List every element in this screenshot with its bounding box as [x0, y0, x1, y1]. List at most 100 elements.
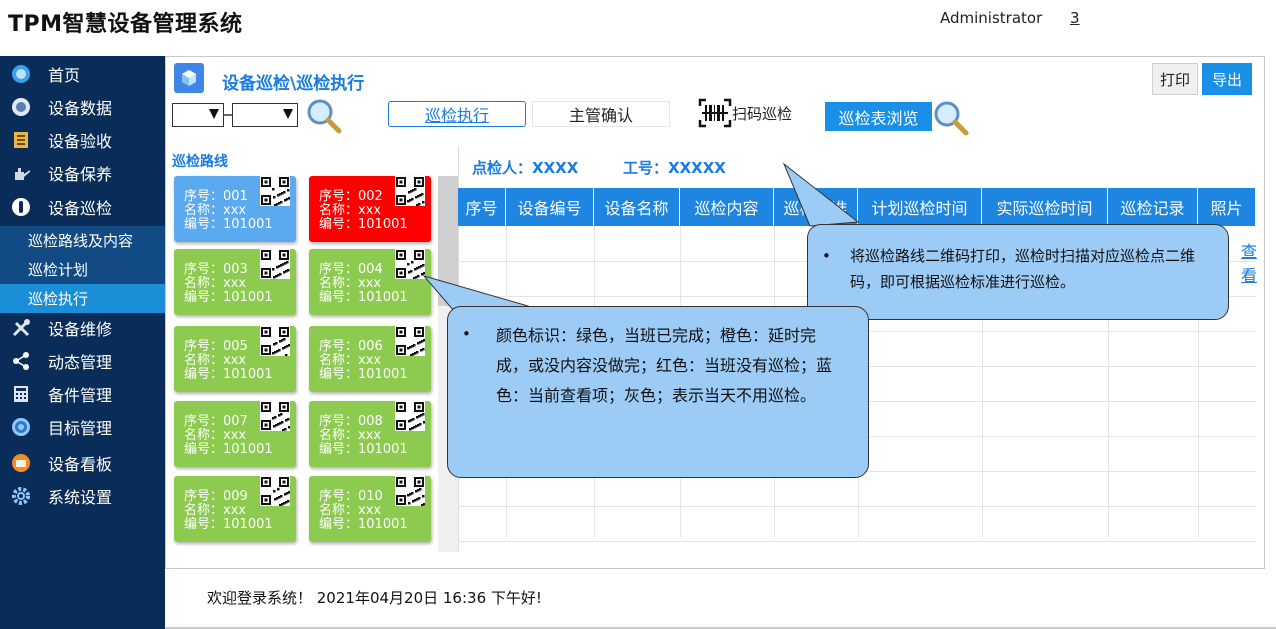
- card-name: 名称：xxx: [184, 503, 247, 518]
- search-icon[interactable]: [305, 97, 343, 135]
- route-card[interactable]: 序号：004 名称：xxx 编号：101001: [309, 249, 431, 315]
- qr-code-icon: [395, 176, 425, 206]
- export-button[interactable]: 导出: [1202, 63, 1252, 95]
- card-code: 编号：101001: [319, 442, 408, 457]
- subnav-item-route[interactable]: 巡检路线及内容: [0, 226, 165, 255]
- card-name: 名称：xxx: [184, 203, 247, 218]
- nav-item-maintenance[interactable]: 设备保养: [0, 157, 165, 189]
- nav-item-acceptance[interactable]: 设备验收: [0, 124, 165, 156]
- share-nodes-icon: [10, 350, 32, 372]
- card-name: 名称：xxx: [184, 353, 247, 368]
- chevron-down-icon: [209, 109, 219, 119]
- nav-item-label: 设备保养: [48, 165, 113, 184]
- barcode-scan-icon: [698, 98, 732, 128]
- route-card[interactable]: 序号：003 名称：xxx 编号：101001: [174, 249, 296, 315]
- nav-item-device-data[interactable]: 设备数据: [0, 91, 165, 123]
- checklist-icon: [10, 129, 32, 151]
- card-code: 编号：101001: [319, 367, 408, 382]
- qr-code-icon: [260, 176, 290, 206]
- tab-inspection-execute[interactable]: 巡检执行: [388, 101, 526, 127]
- route-card[interactable]: 序号：009 名称：xxx 编号：101001: [174, 476, 296, 542]
- qr-code-icon: [395, 401, 425, 431]
- breadcrumb: 设备巡检\巡检执行: [222, 74, 365, 94]
- nav-item-label: 首页: [48, 66, 81, 85]
- card-code: 编号：101001: [184, 367, 273, 382]
- gear-icon: [10, 485, 32, 507]
- card-name: 名称：xxx: [319, 203, 382, 218]
- card-name: 名称：xxx: [319, 276, 382, 291]
- view-link[interactable]: 查看: [1241, 238, 1264, 286]
- nav-item-settings[interactable]: 系统设置: [0, 480, 165, 512]
- subnav-item-label: 巡检执行: [28, 290, 89, 308]
- browse-sheet-button[interactable]: 巡检表浏览: [825, 102, 932, 131]
- nav-item-spare-parts[interactable]: 备件管理: [0, 378, 165, 410]
- route-card[interactable]: 序号：001 名称：xxx 编号：101001: [174, 176, 296, 242]
- notification-count-link[interactable]: 3: [1070, 9, 1080, 27]
- subnav-item-label: 巡检计划: [28, 261, 89, 279]
- inspector-name: 点检人：XXXX: [472, 159, 579, 177]
- range-dash-icon: [224, 114, 232, 116]
- calculator-icon: [10, 383, 32, 405]
- search-icon[interactable]: [932, 99, 970, 137]
- qr-code-icon: [395, 476, 425, 506]
- column-header: 巡检记录: [1108, 188, 1198, 226]
- card-name: 名称：xxx: [319, 503, 382, 518]
- footer-welcome: 欢迎登录系统！ 2021年04月20日 16:36 下午好!: [207, 589, 542, 607]
- qr-code-icon: [260, 401, 290, 431]
- nav-item-repair[interactable]: 设备维修: [0, 312, 165, 344]
- callout-bullet: •: [462, 325, 471, 343]
- column-header: 序号: [458, 188, 506, 226]
- column-header: 设备编号: [506, 188, 594, 226]
- target-icon: [10, 416, 32, 438]
- route-panel: 巡检路线 序号：001 名称：xxx 编号：101001 序号：002 名称：xxx 编…: [166, 146, 459, 552]
- route-panel-title: 巡检路线: [172, 154, 228, 170]
- qr-code-icon: [260, 326, 290, 356]
- card-code: 编号：101001: [319, 517, 408, 532]
- nav-item-dashboard[interactable]: 设备看板: [0, 447, 165, 479]
- start-select[interactable]: [172, 103, 224, 127]
- nav-item-inspection[interactable]: 设备巡检: [0, 191, 165, 223]
- column-header: 设备名称: [594, 188, 680, 226]
- database-icon: [10, 96, 32, 118]
- dashboard-icon: [10, 452, 32, 474]
- sidebar: 首页 设备数据 设备验收 设备保养 设备巡检 巡检路线及内容 巡检计划 巡检执行…: [0, 56, 165, 629]
- route-card[interactable]: 序号：002 名称：xxx 编号：101001: [309, 176, 431, 242]
- end-select[interactable]: [232, 103, 298, 127]
- subnav-item-label: 巡检路线及内容: [28, 232, 134, 250]
- tools-icon: [10, 317, 32, 339]
- cube-icon: [174, 63, 204, 93]
- home-icon: [10, 63, 32, 85]
- card-name: 名称：xxx: [184, 276, 247, 291]
- card-code: 编号：101001: [319, 290, 408, 305]
- callout-pointer: [782, 162, 860, 227]
- scan-inspection-button[interactable]: 扫码巡检: [698, 98, 792, 128]
- card-name: 名称：xxx: [319, 353, 382, 368]
- column-header: 照片: [1198, 188, 1256, 226]
- scan-inspection-label: 扫码巡检: [732, 104, 793, 123]
- nav-item-dynamic[interactable]: 动态管理: [0, 345, 165, 377]
- subnav-item-plan[interactable]: 巡检计划: [0, 255, 165, 284]
- card-name: 名称：xxx: [319, 428, 382, 443]
- card-code: 编号：101001: [184, 517, 273, 532]
- route-card[interactable]: 序号：010 名称：xxx 编号：101001: [309, 476, 431, 542]
- print-button[interactable]: 打印: [1152, 63, 1198, 95]
- inspection-icon: [10, 196, 32, 218]
- callout-bullet: •: [822, 247, 831, 265]
- route-card[interactable]: 序号：006 名称：xxx 编号：101001: [309, 326, 431, 392]
- nav-item-label: 目标管理: [48, 419, 113, 438]
- qr-callout-text: 将巡检路线二维码打印，巡检时扫描对应巡检点二维码，即可根据巡检标准进行巡检。: [850, 247, 1196, 291]
- nav-item-label: 动态管理: [48, 353, 113, 372]
- user-name[interactable]: Administrator: [940, 9, 1042, 27]
- nav-item-home[interactable]: 首页: [0, 58, 165, 90]
- nav-item-label: 设备巡检: [48, 199, 113, 218]
- nav-item-target[interactable]: 目标管理: [0, 411, 165, 443]
- chevron-down-icon: [283, 109, 293, 119]
- route-card[interactable]: 序号：008 名称：xxx 编号：101001: [309, 401, 431, 467]
- route-card[interactable]: 序号：007 名称：xxx 编号：101001: [174, 401, 296, 467]
- column-header: 巡检内容: [680, 188, 774, 226]
- tab-supervisor-confirm[interactable]: 主管确认: [532, 101, 670, 127]
- route-card[interactable]: 序号：005 名称：xxx 编号：101001: [174, 326, 296, 392]
- column-header: 计划巡检时间: [858, 188, 982, 226]
- oil-can-icon: [10, 162, 32, 184]
- subnav-item-execute[interactable]: 巡检执行: [0, 284, 165, 313]
